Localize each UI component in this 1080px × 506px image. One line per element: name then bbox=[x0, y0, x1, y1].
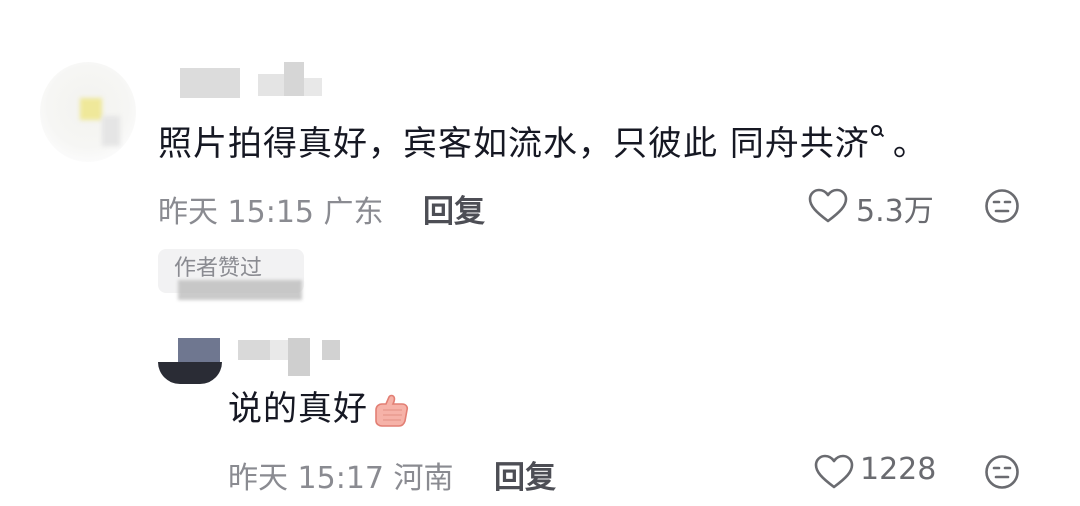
heart-outline-icon[interactable] bbox=[808, 188, 848, 224]
search-icon[interactable] bbox=[870, 125, 883, 137]
dislike-face-icon[interactable] bbox=[984, 188, 1020, 224]
like-count: 5.3万 bbox=[856, 194, 934, 229]
reply-reply-button[interactable]: 回复 bbox=[494, 452, 556, 497]
replier-name-blurred[interactable] bbox=[238, 338, 358, 378]
comment-timestamp: 昨天 15:15 广东 bbox=[158, 187, 384, 231]
comment-text-before: 照片拍得真好，宾客如流水，只彼此 bbox=[158, 124, 730, 164]
comment-time: 昨天 15:15 bbox=[158, 195, 314, 230]
replier-avatar[interactable] bbox=[158, 338, 222, 384]
comment-text-after: 。 bbox=[892, 124, 928, 164]
comment-keyword-link[interactable]: 同舟共济 bbox=[730, 124, 870, 164]
comment-text: 照片拍得真好，宾客如流水，只彼此 同舟共济。 bbox=[158, 121, 928, 167]
blurred-strip bbox=[178, 280, 302, 300]
reply-button[interactable]: 回复 bbox=[423, 186, 485, 231]
commenter-avatar[interactable] bbox=[40, 62, 136, 162]
reply-like-count: 1228 bbox=[860, 452, 937, 487]
reply-text: 说的真好 bbox=[228, 386, 410, 432]
reply-text-content: 说的真好 bbox=[228, 389, 368, 429]
reply-location: 河南 bbox=[393, 461, 454, 496]
thumbs-up-emoji bbox=[372, 394, 410, 428]
heart-outline-icon[interactable] bbox=[814, 454, 854, 490]
comment-location: 广东 bbox=[323, 195, 384, 230]
reply-time: 昨天 15:17 bbox=[228, 461, 384, 496]
reply-timestamp: 昨天 15:17 河南 bbox=[228, 453, 454, 497]
dislike-face-icon[interactable] bbox=[984, 454, 1020, 490]
commenter-name-blurred[interactable] bbox=[180, 60, 322, 100]
